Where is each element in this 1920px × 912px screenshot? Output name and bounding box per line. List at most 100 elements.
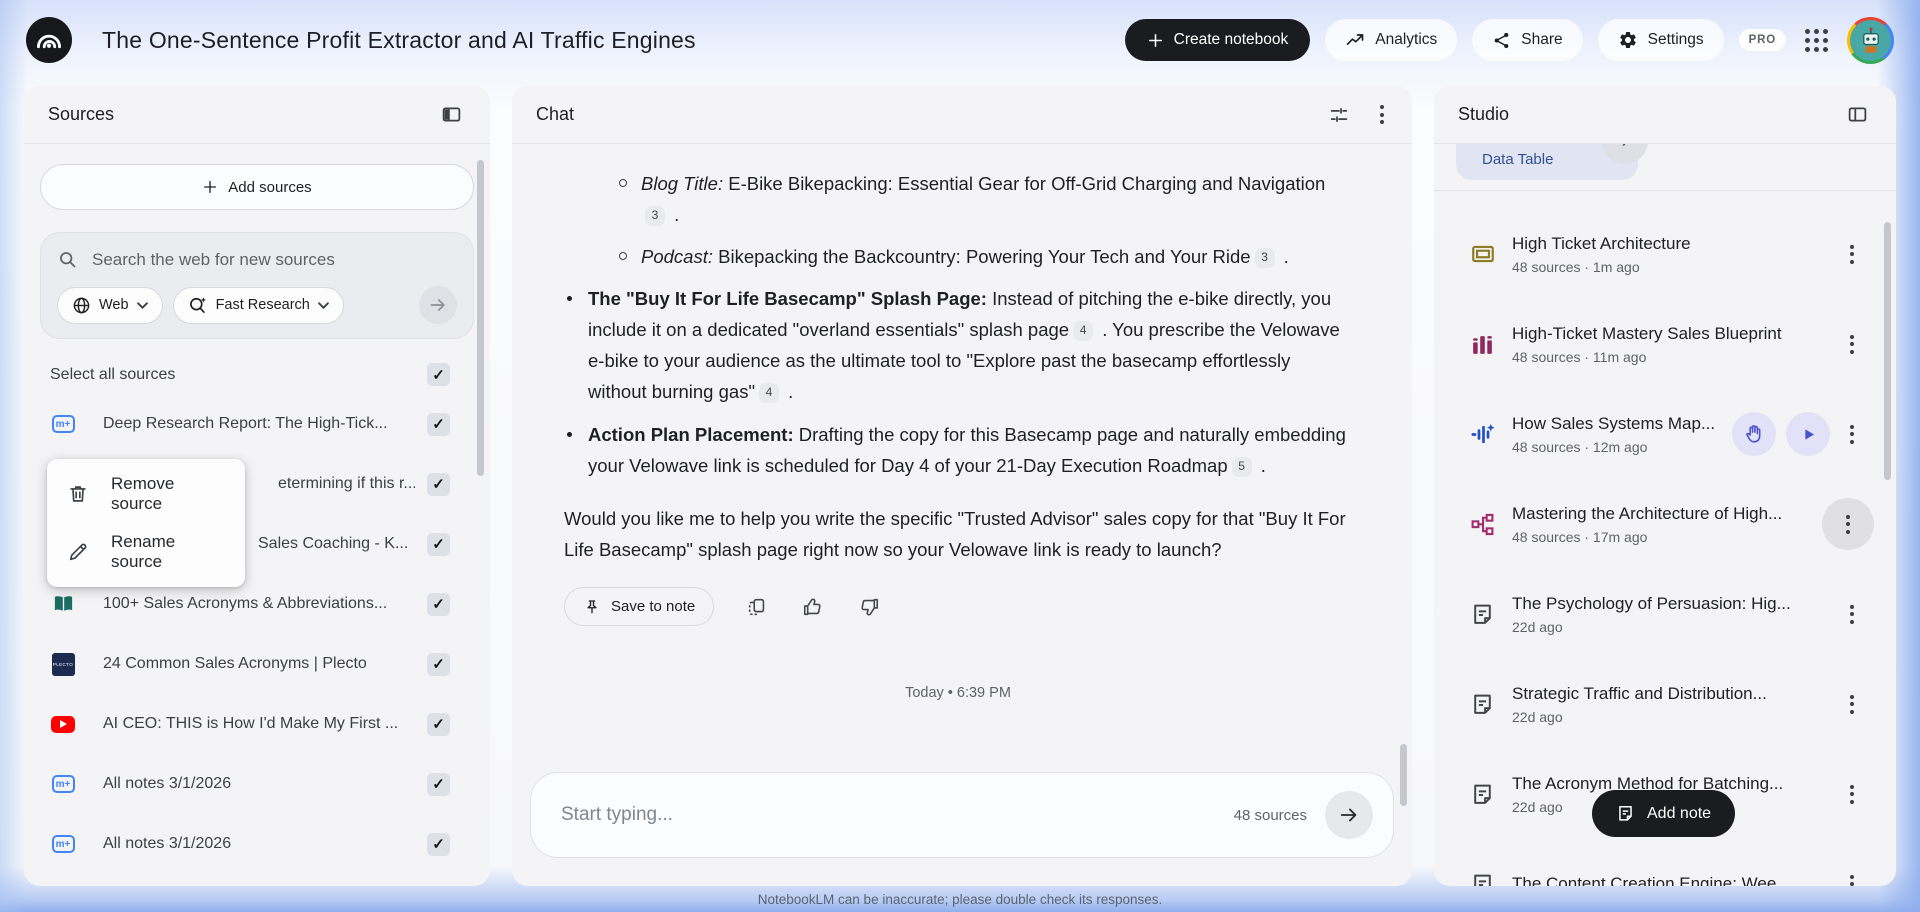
- search-input[interactable]: [92, 249, 457, 270]
- studio-item-more-menu-icon[interactable]: [1830, 682, 1874, 726]
- studio-item-row[interactable]: The Content Creation Engine: Wee...: [1434, 846, 1896, 886]
- send-message-arrow-icon[interactable]: [1325, 791, 1373, 839]
- citation-chip[interactable]: 5: [1231, 456, 1252, 477]
- source-checkbox[interactable]: ✓: [427, 652, 450, 676]
- select-all-label: Select all sources: [50, 365, 176, 383]
- studio-item-meta: 22d ago: [1512, 708, 1563, 725]
- source-row[interactable]: AI CEO: THIS is How I'd Make My First ..…: [40, 694, 474, 754]
- citation-chip[interactable]: 4: [1073, 320, 1094, 341]
- source-row[interactable]: PLECTO 24 Common Sales Acronyms | Plecto ✓: [40, 634, 474, 694]
- studio-list: High Ticket Architecture 48 sources · 1m …: [1434, 216, 1896, 886]
- apps-grid-icon[interactable]: [1801, 25, 1832, 56]
- remove-source-menu-item[interactable]: Remove source: [47, 465, 245, 523]
- add-note-label: Add note: [1647, 804, 1712, 822]
- notebooklm-note-icon: m+: [50, 835, 76, 853]
- chat-more-menu-icon[interactable]: [1376, 101, 1388, 128]
- chat-scrollbar[interactable]: [1400, 744, 1407, 806]
- add-note-button[interactable]: Add note: [1592, 790, 1736, 837]
- expand-studio-panel-icon[interactable]: [1843, 100, 1872, 129]
- analytics-button[interactable]: Analytics: [1325, 19, 1458, 61]
- mind-map-icon: [1470, 512, 1500, 537]
- studio-item-more-menu-icon[interactable]: [1830, 772, 1874, 816]
- studio-item-row[interactable]: Mastering the Architecture of High... 48 …: [1434, 486, 1896, 562]
- source-row[interactable]: m+ Deep Research Report: The High-Tick...…: [40, 394, 474, 454]
- studio-item-row[interactable]: High Ticket Architecture 48 sources · 1m …: [1434, 216, 1896, 292]
- play-icon[interactable]: [1786, 412, 1830, 456]
- studio-item-meta: 48 sources · 1m ago: [1512, 258, 1640, 275]
- book-icon: [50, 593, 76, 616]
- rename-source-menu-item[interactable]: Rename source: [47, 523, 245, 581]
- source-row[interactable]: m+ All notes 3/1/2026 ✓: [40, 814, 474, 874]
- citation-chip[interactable]: 3: [1254, 247, 1275, 268]
- data-table-chip-label: Data Table: [1482, 151, 1554, 168]
- create-notebook-label: Create notebook: [1173, 31, 1289, 48]
- interactive-mode-hand-icon[interactable]: [1732, 412, 1776, 456]
- gear-icon: [1618, 30, 1638, 50]
- chat-settings-tune-icon[interactable]: [1324, 100, 1354, 130]
- studio-item-more-menu-icon[interactable]: [1830, 412, 1874, 456]
- thumbs-up-icon[interactable]: [800, 594, 826, 620]
- studio-item-more-menu-icon[interactable]: [1830, 232, 1874, 276]
- studio-item-text: High Ticket Architecture 48 sources · 1m …: [1512, 234, 1691, 275]
- source-checkbox[interactable]: ✓: [427, 832, 450, 856]
- studio-item-more-menu-icon[interactable]: [1822, 498, 1874, 550]
- save-to-note-button[interactable]: Save to note: [564, 587, 715, 626]
- share-button[interactable]: Share: [1472, 19, 1583, 61]
- source-context-menu: Remove source Rename source: [47, 459, 245, 587]
- studio-item-row[interactable]: Strategic Traffic and Distribution... 22d…: [1434, 666, 1896, 742]
- studio-item-more-menu-icon[interactable]: [1830, 862, 1874, 886]
- source-checkbox[interactable]: ✓: [427, 712, 450, 736]
- add-sources-button[interactable]: Add sources: [40, 164, 474, 210]
- source-checkbox[interactable]: ✓: [427, 592, 450, 616]
- report-icon: [1470, 602, 1500, 627]
- avatar[interactable]: [1847, 16, 1894, 64]
- source-title: Deep Research Report: The High-Tick...: [103, 415, 388, 432]
- studio-scrollbar[interactable]: [1884, 222, 1891, 480]
- citation-chip[interactable]: 4: [759, 382, 780, 403]
- report-icon: [1470, 872, 1500, 886]
- collapse-sources-panel-icon[interactable]: [437, 100, 466, 129]
- studio-item-text: Strategic Traffic and Distribution... 22d…: [1512, 684, 1767, 725]
- thumbs-down-icon[interactable]: [856, 594, 882, 620]
- hollow-bullet-icon: [619, 179, 627, 187]
- source-title: AI CEO: THIS is How I'd Make My First ..…: [103, 715, 399, 732]
- source-checkbox[interactable]: ✓: [427, 532, 450, 556]
- copy-icon[interactable]: [744, 594, 770, 620]
- settings-button[interactable]: Settings: [1597, 19, 1724, 61]
- studio-item-text: Mastering the Architecture of High... 48 …: [1512, 504, 1782, 545]
- studio-item-row[interactable]: High-Ticket Mastery Sales Blueprint 48 so…: [1434, 306, 1896, 382]
- studio-item-more-menu-icon[interactable]: [1830, 322, 1874, 366]
- bullet-icon: [567, 432, 572, 437]
- studio-item-more-menu-icon[interactable]: [1830, 592, 1874, 636]
- chevron-down-icon: [136, 301, 148, 309]
- source-row[interactable]: m+ All notes 3/1/2026 ✓: [40, 754, 474, 814]
- studio-panel-header: Studio: [1434, 86, 1896, 144]
- source-checkbox[interactable]: ✓: [427, 772, 450, 796]
- save-to-note-label: Save to note: [611, 598, 696, 615]
- audio-waveform-icon: [1470, 421, 1500, 448]
- sources-scrollbar[interactable]: [477, 160, 484, 476]
- disclaimer: NotebookLM can be inaccurate; please dou…: [757, 892, 1163, 907]
- citation-chip[interactable]: 3: [645, 205, 665, 226]
- studio-divider: [1434, 190, 1896, 191]
- studio-panel-body: Data Table › High Ticket Architecture48 …: [1434, 144, 1896, 886]
- source-checkbox[interactable]: ✓: [427, 472, 450, 496]
- notebooklm-logo-icon[interactable]: [26, 17, 72, 63]
- create-notebook-button[interactable]: Create notebook: [1124, 19, 1311, 61]
- web-filter-dropdown[interactable]: Web: [57, 286, 163, 324]
- search-submit-arrow-icon[interactable]: [419, 286, 457, 324]
- settings-label: Settings: [1647, 31, 1704, 48]
- chat-closing-question: Would you like me to help you write the …: [564, 508, 1346, 560]
- sources-panel-title: Sources: [48, 104, 115, 124]
- research-mode-dropdown[interactable]: Fast Research: [172, 286, 344, 324]
- studio-item-title: The Psychology of Persuasion: Hig...: [1512, 593, 1791, 613]
- sources-panel-header: Sources: [24, 86, 490, 144]
- studio-item-row[interactable]: How Sales Systems Map... 48 sources · 12m…: [1434, 396, 1896, 472]
- studio-item-actions: [1732, 412, 1830, 456]
- studio-item-row[interactable]: The Psychology of Persuasion: Hig... 22d …: [1434, 576, 1896, 652]
- studio-item-title: The Content Creation Engine: Wee...: [1512, 874, 1791, 886]
- source-checkbox[interactable]: ✓: [427, 412, 450, 436]
- chat-input[interactable]: [561, 804, 1234, 826]
- select-all-checkbox[interactable]: ✓: [427, 363, 450, 386]
- hollow-bullet-icon: [619, 252, 627, 260]
